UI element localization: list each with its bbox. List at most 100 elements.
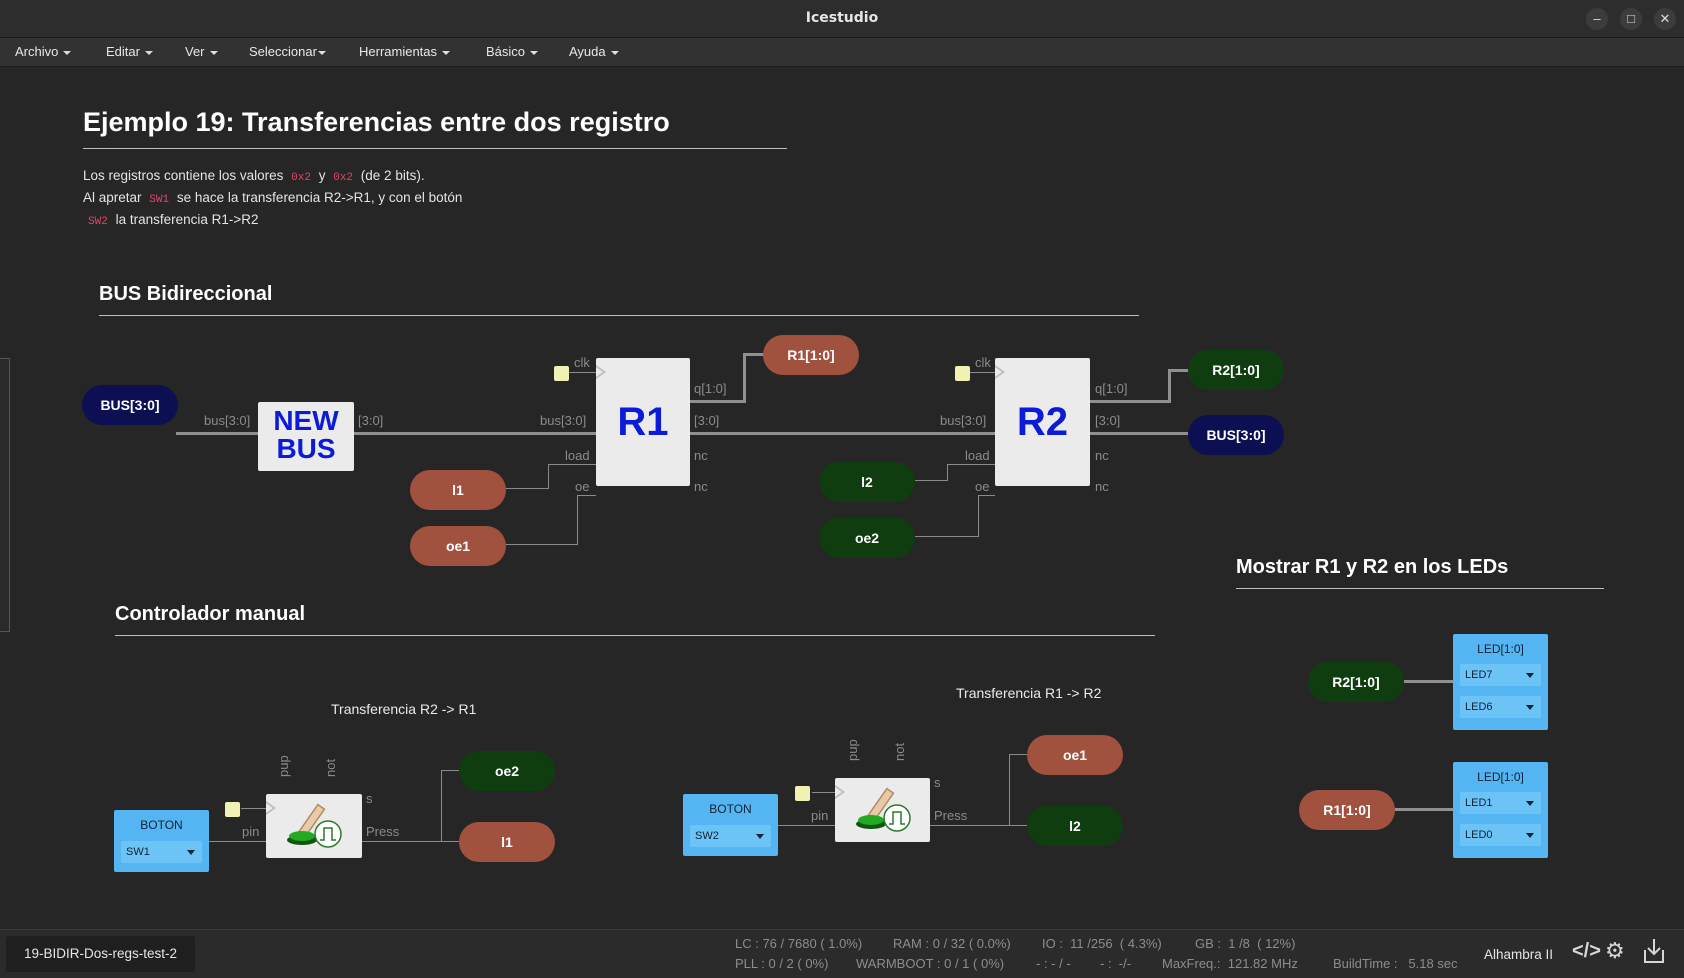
input-r1-leds[interactable]: R1[1:0]: [1299, 790, 1395, 830]
wire[interactable]: [915, 480, 948, 481]
wire[interactable]: [690, 432, 995, 435]
wire[interactable]: [176, 432, 258, 435]
output-l2[interactable]: l2: [1027, 806, 1123, 846]
code-icon[interactable]: </>: [1572, 940, 1601, 963]
menu-ayuda[interactable]: Ayuda: [569, 44, 619, 59]
design-canvas[interactable]: Ejemplo 19: Transferencias entre dos reg…: [0, 67, 1684, 929]
stat-buildtime: BuildTime : 5.18 sec: [1333, 956, 1458, 971]
wire[interactable]: [441, 770, 459, 771]
register-r1[interactable]: R1: [596, 358, 690, 486]
menu-basico[interactable]: Básico: [486, 44, 539, 59]
wire[interactable]: [743, 353, 746, 403]
wire[interactable]: [441, 841, 459, 842]
wire[interactable]: [548, 464, 596, 465]
wire[interactable]: [1404, 680, 1453, 683]
wire[interactable]: [812, 792, 835, 793]
doc-text: Al apretar: [83, 190, 142, 205]
wire[interactable]: [1090, 432, 1188, 435]
pin-select-led6[interactable]: LED6: [1460, 696, 1541, 718]
input-oe1[interactable]: oe1: [410, 526, 506, 566]
menu-herramientas[interactable]: Herramientas: [359, 44, 451, 59]
pin-select-led0[interactable]: LED0: [1460, 824, 1541, 846]
button-debouncer-block[interactable]: [835, 778, 930, 842]
button-debouncer-block[interactable]: [266, 794, 362, 858]
pin-select-sw1[interactable]: SW1: [121, 841, 202, 863]
menu-archivo[interactable]: Archivo: [15, 44, 72, 59]
wire[interactable]: [978, 495, 995, 496]
wire[interactable]: [1395, 808, 1453, 811]
side-toolbar[interactable]: [0, 358, 10, 632]
input-bus-left[interactable]: BUS[3:0]: [82, 385, 178, 425]
code-value: SW1: [149, 194, 170, 206]
wire[interactable]: [354, 432, 596, 435]
wire[interactable]: [1090, 400, 1170, 403]
input-boton-sw2[interactable]: BOTON SW2: [683, 794, 778, 856]
port-label: pin: [811, 808, 829, 823]
register-r2[interactable]: R2: [995, 358, 1090, 486]
clock-constant[interactable]: [955, 366, 970, 381]
wire[interactable]: [1168, 369, 1171, 403]
wire[interactable]: [209, 841, 266, 842]
upload-icon[interactable]: [1642, 937, 1666, 971]
output-oe2[interactable]: oe2: [459, 751, 555, 791]
input-l1[interactable]: l1: [410, 470, 506, 510]
wire[interactable]: [569, 372, 596, 373]
port-label: pin: [242, 824, 260, 839]
minimize-button[interactable]: –: [1586, 8, 1608, 30]
wire[interactable]: [362, 841, 442, 842]
output-r2[interactable]: R2[1:0]: [1188, 350, 1284, 390]
pin-select-led1[interactable]: LED1: [1460, 792, 1541, 814]
wire[interactable]: [947, 464, 995, 465]
wire[interactable]: [978, 495, 979, 537]
wire[interactable]: [1009, 754, 1010, 826]
title-underline: [83, 148, 787, 149]
close-button[interactable]: ✕: [1654, 8, 1676, 30]
maximize-button[interactable]: □: [1620, 8, 1642, 30]
input-r2-leds[interactable]: R2[1:0]: [1308, 662, 1404, 702]
wire[interactable]: [1009, 825, 1027, 826]
newbus-block[interactable]: NEW BUS: [258, 402, 354, 471]
output-r1[interactable]: R1[1:0]: [763, 335, 859, 375]
pin-select-led7[interactable]: LED7: [1460, 664, 1541, 686]
output-l1[interactable]: l1: [459, 822, 555, 862]
wire[interactable]: [577, 495, 578, 545]
wire[interactable]: [1009, 754, 1027, 755]
wire[interactable]: [930, 825, 1010, 826]
clock-constant[interactable]: [554, 366, 569, 381]
wire[interactable]: [947, 464, 948, 481]
select-value: SW2: [695, 830, 719, 842]
constant-pup[interactable]: [225, 802, 240, 817]
input-boton-sw1[interactable]: BOTON SW1: [114, 810, 209, 872]
menu-label: Seleccionar: [249, 44, 317, 59]
wire[interactable]: [970, 372, 995, 373]
menu-seleccionar[interactable]: Seleccionar: [249, 44, 326, 59]
wire[interactable]: [441, 770, 442, 842]
wire[interactable]: [915, 536, 979, 537]
clock-input-icon: [596, 365, 606, 379]
menu-editar[interactable]: Editar: [106, 44, 153, 59]
wire[interactable]: [1168, 369, 1190, 372]
stat-lc: LC : 76 / 7680 ( 1.0%): [735, 936, 863, 951]
input-l2[interactable]: l2: [819, 462, 915, 502]
constant-pup[interactable]: [795, 786, 810, 801]
pin-select-sw2[interactable]: SW2: [690, 825, 771, 847]
wire[interactable]: [690, 400, 745, 403]
download-tray-icon: [1644, 939, 1664, 963]
menu-ver[interactable]: Ver: [185, 44, 218, 59]
wire[interactable]: [778, 825, 835, 826]
project-tab[interactable]: 19-BIDIR-Dos-regs-test-2: [6, 936, 195, 972]
wire[interactable]: [506, 544, 578, 545]
output-led-block-2[interactable]: LED[1:0] LED1 LED0: [1453, 762, 1548, 858]
output-led-block-1[interactable]: LED[1:0] LED7 LED6: [1453, 634, 1548, 730]
wire[interactable]: [548, 464, 549, 489]
wire[interactable]: [577, 495, 596, 496]
input-oe2[interactable]: oe2: [819, 518, 915, 558]
output-bus-right[interactable]: BUS[3:0]: [1188, 415, 1284, 455]
wire[interactable]: [241, 808, 266, 809]
board-name[interactable]: Alhambra II: [1484, 947, 1553, 962]
menu-label: Archivo: [15, 44, 59, 59]
chevron-down-icon: [209, 50, 218, 55]
gear-icon[interactable]: ⚙: [1605, 938, 1625, 964]
output-oe1[interactable]: oe1: [1027, 735, 1123, 775]
wire[interactable]: [506, 488, 549, 489]
